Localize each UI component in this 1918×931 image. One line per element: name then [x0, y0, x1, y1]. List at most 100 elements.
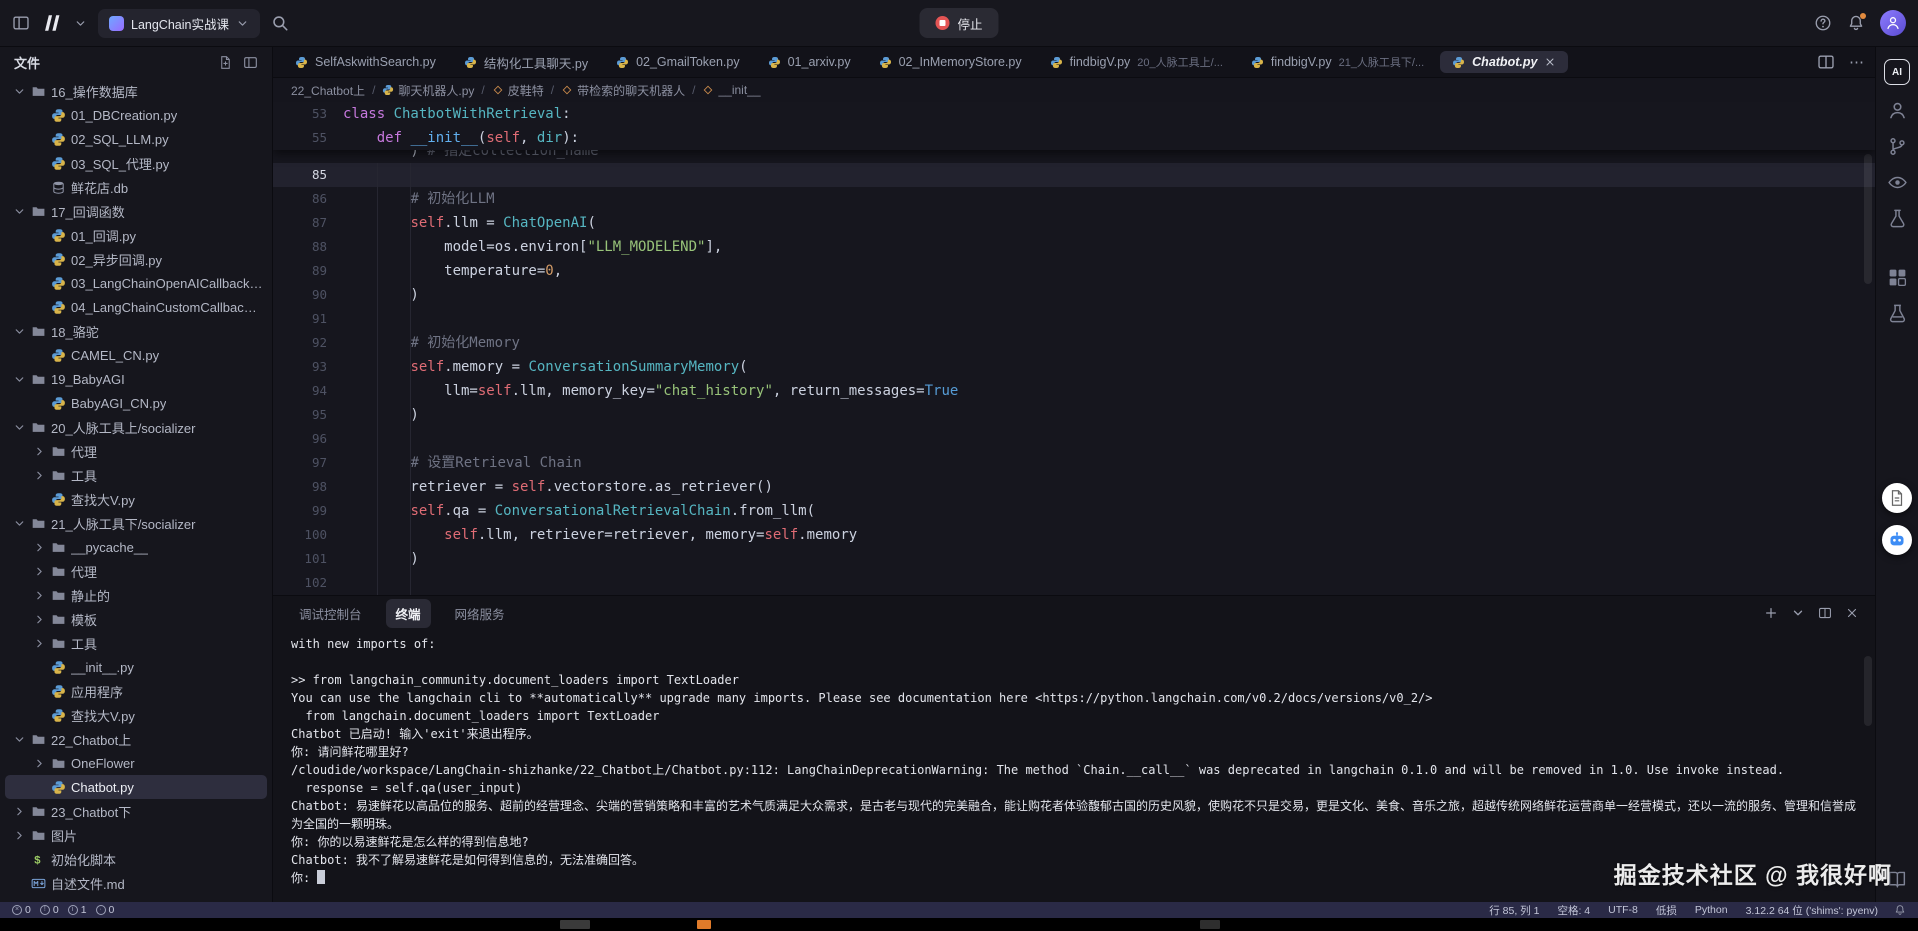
breadcrumb-item[interactable]: 22_Chatbot上 — [291, 82, 365, 99]
editor-tab[interactable]: 结构化工具聊天.py — [452, 49, 600, 76]
line-number: 87 — [273, 211, 343, 235]
editor-tab[interactable]: Chatbot.py — [1440, 51, 1568, 73]
help-icon[interactable] — [1814, 14, 1832, 32]
editor-tab[interactable]: findbigV.py21_人脉工具下/... — [1239, 50, 1436, 74]
file-item[interactable]: 鲜花店.db — [5, 175, 267, 199]
breadcrumb-item[interactable]: 带检索的聊天机器人 — [561, 82, 685, 99]
panel-tab[interactable]: 网络服务 — [445, 599, 515, 628]
file-item[interactable]: 应用程序 — [5, 679, 267, 703]
split-terminal-icon[interactable] — [1818, 606, 1832, 620]
file-item[interactable]: CAMEL_CN.py — [5, 343, 267, 367]
status-errors[interactable]: ×0 — [12, 904, 31, 916]
editor-scrollbar[interactable] — [1864, 154, 1872, 284]
status-item[interactable]: 3.12.2 64 位 ('shims': pyenv) — [1746, 903, 1878, 918]
folder-item[interactable]: 模板 — [5, 607, 267, 631]
folder-item[interactable]: OneFlower — [5, 751, 267, 775]
editor-tab[interactable]: 01_arxiv.py — [756, 51, 863, 73]
status-warnings[interactable]: !0 — [40, 904, 59, 916]
status-ports[interactable]: ·0 — [96, 904, 115, 916]
folder-icon — [51, 588, 66, 603]
editor-tab[interactable]: 02_GmailToken.py — [604, 51, 752, 73]
notifications-icon[interactable] — [1847, 14, 1865, 32]
extensions-icon[interactable] — [1887, 267, 1908, 288]
code-line: 99 self.qa = ConversationalRetrievalChai… — [273, 499, 1875, 523]
editor-tab[interactable]: 02_InMemoryStore.py — [867, 51, 1034, 73]
project-switcher[interactable]: LangChain实战课 — [98, 9, 260, 38]
folder-item[interactable]: 代理 — [5, 559, 267, 583]
workspace-chevron-icon[interactable] — [74, 17, 87, 30]
file-item[interactable]: 查找大V.py — [5, 487, 267, 511]
close-panel-icon[interactable] — [1845, 606, 1859, 620]
panel-tab[interactable]: 调试控制台 — [289, 599, 372, 628]
folder-item[interactable]: 16_操作数据库 — [5, 79, 267, 103]
editor-tab[interactable]: SelfAskwithSearch.py — [283, 51, 448, 73]
more-actions-icon[interactable]: ⋯ — [1849, 53, 1865, 71]
breadcrumb-item[interactable]: 皮鞋特 — [492, 82, 544, 99]
code-editor[interactable]: 53class ChatbotWithRetrieval:55 def __in… — [273, 102, 1875, 595]
folder-item[interactable]: 图片 — [5, 823, 267, 847]
folder-item[interactable]: 18_骆驼 — [5, 319, 267, 343]
stop-button[interactable]: 停止 — [919, 8, 998, 38]
sidebar-toggle-icon[interactable] — [12, 14, 30, 32]
new-terminal-icon[interactable] — [1764, 606, 1778, 620]
collapse-explorer-icon[interactable] — [243, 55, 258, 70]
file-item[interactable]: Chatbot.py — [5, 775, 267, 799]
chevron-down-icon — [13, 733, 26, 746]
folder-item[interactable]: 20_人脉工具上/socializer — [5, 415, 267, 439]
folder-item[interactable]: 19_BabyAGI — [5, 367, 267, 391]
file-item[interactable]: 查找大V.py — [5, 703, 267, 727]
status-item[interactable]: 行 85, 列 1 — [1489, 903, 1539, 918]
terminal-dropdown-icon[interactable] — [1791, 606, 1805, 620]
folder-item[interactable]: 22_Chatbot上 — [5, 727, 267, 751]
preview-icon[interactable] — [1887, 172, 1908, 193]
terminal-scrollbar[interactable] — [1864, 656, 1872, 726]
status-info[interactable]: i1 — [68, 904, 87, 916]
new-file-icon[interactable] — [218, 55, 233, 70]
user-avatar[interactable] — [1880, 10, 1906, 36]
split-editor-icon[interactable] — [1817, 53, 1835, 71]
folder-item[interactable]: 23_Chatbot下 — [5, 799, 267, 823]
folder-item[interactable]: 21_人脉工具下/socializer — [5, 511, 267, 535]
file-item[interactable]: BabyAGI_CN.py — [5, 391, 267, 415]
file-item[interactable]: $初始化脚本 — [5, 847, 267, 871]
file-item[interactable]: 自述文件.md — [5, 871, 267, 895]
breadcrumb-item[interactable]: 聊天机器人.py — [382, 82, 474, 99]
file-item[interactable]: 02_SQL_LLM.py — [5, 127, 267, 151]
panel-tab[interactable]: 终端 — [386, 599, 431, 628]
file-item[interactable]: 04_LangChainCustomCallback.... — [5, 295, 267, 319]
folder-item[interactable]: 代理 — [5, 439, 267, 463]
file-item[interactable]: 01_回调.py — [5, 223, 267, 247]
source-control-icon[interactable] — [1887, 136, 1908, 157]
debug-icon[interactable] — [1887, 208, 1908, 229]
folder-item[interactable]: 工具 — [5, 463, 267, 487]
ai-assistant-float-button[interactable] — [1882, 525, 1912, 555]
file-item[interactable]: 01_DBCreation.py — [5, 103, 267, 127]
file-item[interactable]: 03_SQL_代理.py — [5, 151, 267, 175]
search-icon[interactable] — [271, 14, 289, 32]
app-logo-icon[interactable] — [41, 12, 63, 34]
status-item[interactable]: 低损 — [1656, 903, 1677, 918]
file-tree: 16_操作数据库01_DBCreation.py02_SQL_LLM.py03_… — [0, 77, 272, 902]
help-float-button[interactable] — [1882, 483, 1912, 513]
folder-item[interactable]: 工具 — [5, 631, 267, 655]
ai-chat-icon[interactable]: AI — [1884, 59, 1910, 85]
folder-item[interactable]: 17_回调函数 — [5, 199, 267, 223]
chevron-down-icon — [13, 421, 26, 434]
file-item[interactable]: 02_异步回调.py — [5, 247, 267, 271]
tests-icon[interactable] — [1887, 303, 1908, 324]
code-line: 94 llm=self.llm, memory_key="chat_histor… — [273, 379, 1875, 403]
svg-text:$: $ — [34, 854, 41, 866]
breadcrumb-item[interactable]: __init__ — [702, 83, 760, 97]
status-item[interactable]: Python — [1695, 904, 1728, 916]
folder-item[interactable]: 静止的 — [5, 583, 267, 607]
close-tab-icon[interactable] — [1544, 56, 1556, 68]
file-item[interactable]: __init__.py — [5, 655, 267, 679]
editor-tab[interactable]: findbigV.py20_人脉工具上/... — [1038, 50, 1235, 74]
status-bell-icon[interactable] — [1894, 904, 1906, 916]
status-item[interactable]: UTF-8 — [1608, 904, 1638, 916]
folder-item[interactable]: __pycache__ — [5, 535, 267, 559]
status-item[interactable]: 空格: 4 — [1557, 903, 1590, 918]
file-item[interactable]: 03_LangChainOpenAICallback.... — [5, 271, 267, 295]
agent-icon[interactable] — [1887, 100, 1908, 121]
md-file-icon — [31, 876, 46, 891]
